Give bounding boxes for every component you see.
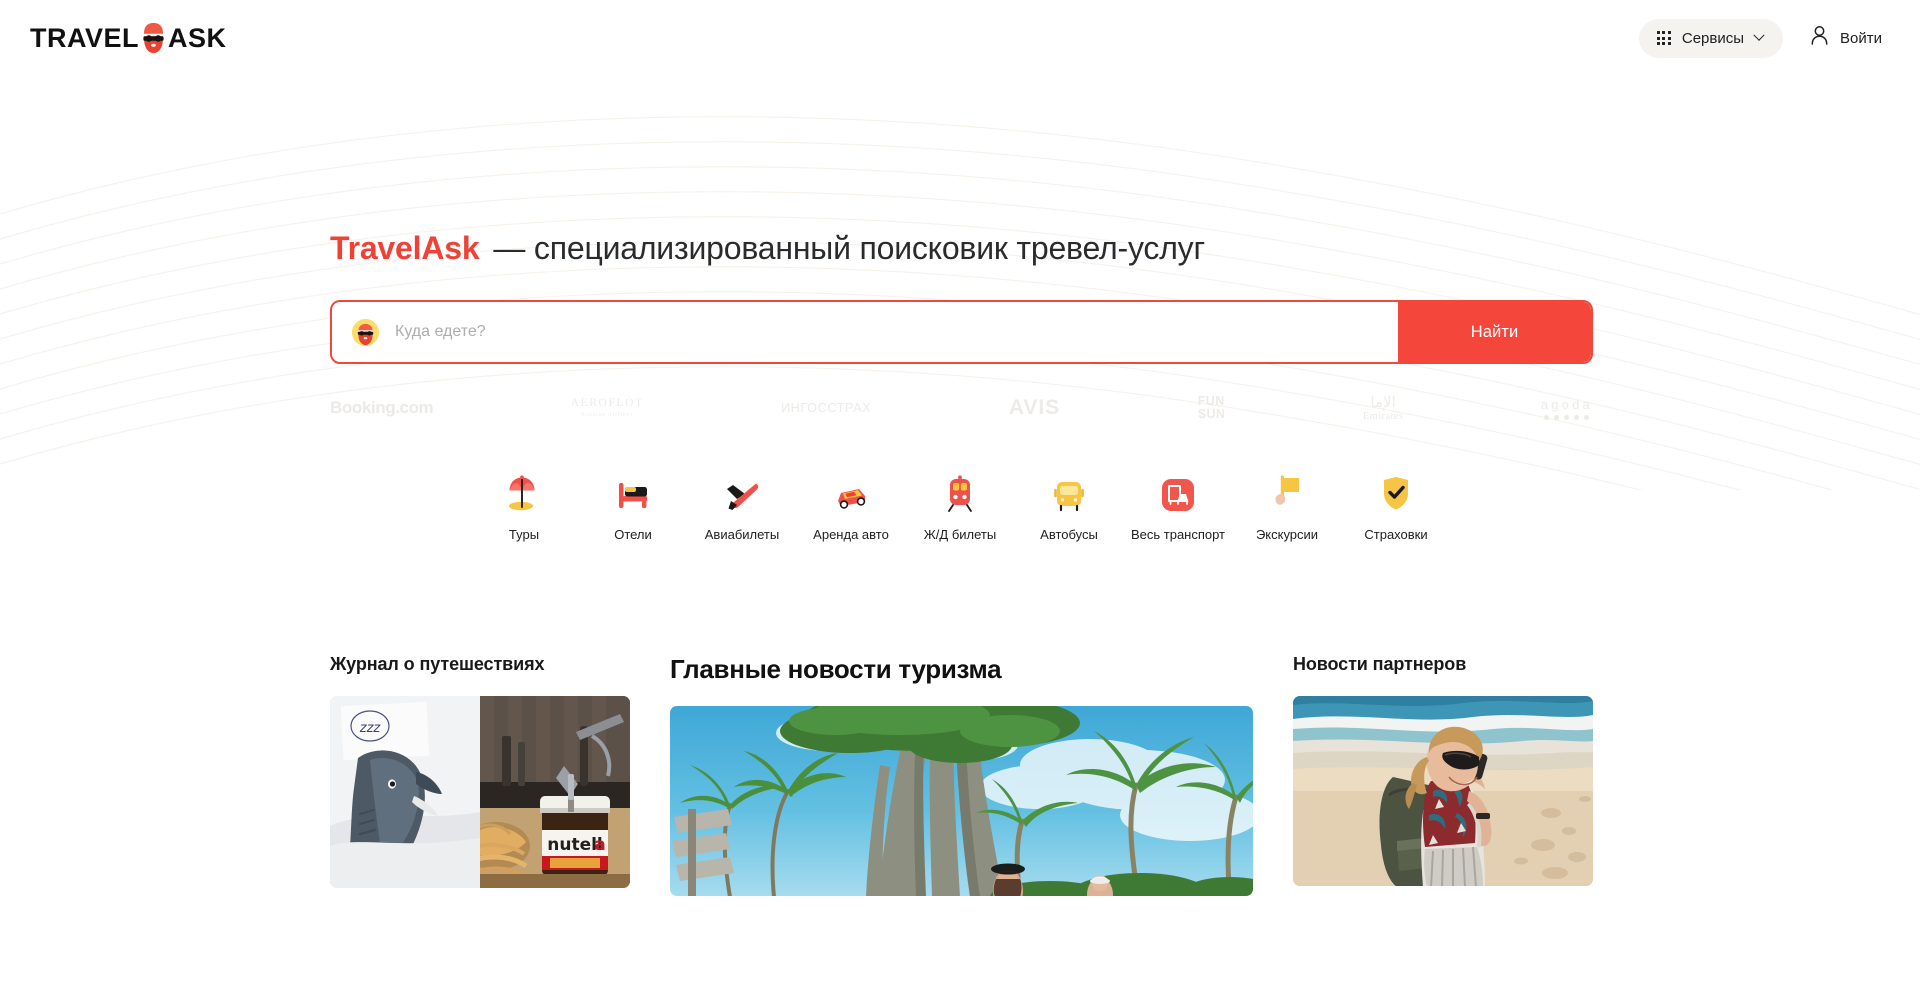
avatar: [352, 318, 379, 346]
category-item-tours[interactable]: Туры: [470, 471, 579, 542]
search-field[interactable]: [332, 302, 1398, 362]
magazine-title: Журнал о путешествиях: [330, 654, 545, 674]
partner-logo-aeroflot: AEROFLOT Russian Airlines: [570, 397, 644, 418]
magazine-column: Журнал о путешествиях zzz nutell a: [330, 654, 630, 888]
partner-logo-avis: AVIS: [1008, 396, 1061, 419]
hero-brand-word: TravelAsk: [330, 230, 480, 266]
category-item-car-rental[interactable]: Аренда авто: [797, 471, 906, 542]
all-transport-icon: [1160, 471, 1196, 513]
beach-umbrella-icon: [507, 471, 541, 513]
user-icon: [1811, 26, 1828, 50]
shield-check-icon: [1380, 471, 1412, 513]
partner-logo-funsun: FUN SUN: [1197, 393, 1226, 421]
services-button[interactable]: Сервисы: [1638, 18, 1784, 58]
magazine-image-shark[interactable]: zzz: [330, 696, 480, 888]
logo-text-suffix: ASK: [168, 22, 227, 53]
category-item-flights[interactable]: Авиабилеты: [688, 471, 797, 542]
partner-logo-emirates: الإما Emirates: [1362, 393, 1404, 422]
login-label: Войти: [1840, 29, 1882, 47]
agoda-dots-icon: [1544, 414, 1590, 420]
login-button[interactable]: Войти: [1807, 20, 1886, 56]
news-media: [670, 706, 1253, 896]
partners-news-column: Новости партнеров: [1293, 654, 1593, 886]
logo-face-icon: [141, 22, 166, 54]
search-button[interactable]: Найти: [1398, 302, 1591, 362]
bed-icon: [615, 471, 651, 513]
partner-logos: Booking.com AEROFLOT Russian Airlines ИН…: [330, 392, 1593, 424]
content-sections: Журнал о путешествиях zzz nutell a Главн…: [0, 654, 1920, 896]
category-item-all-transport[interactable]: Весь транспорт: [1124, 471, 1233, 542]
logo-text-prefix: TRAVEL: [30, 22, 139, 53]
partners-news-image-beach-woman[interactable]: [1293, 696, 1593, 886]
category-item-insurance[interactable]: Страховки: [1342, 471, 1451, 542]
hero-section: TravelAsk — специализированный поисковик …: [0, 230, 1920, 364]
partners-news-media: [1293, 696, 1593, 886]
chevron-down-icon: [1753, 29, 1765, 41]
partners-news-title: Новости партнеров: [1293, 654, 1467, 674]
category-item-buses[interactable]: Автобусы: [1015, 471, 1124, 542]
category-item-hotels[interactable]: Отели: [579, 471, 688, 542]
page-root: TRAVEL ASK Сервисы Войти TravelAsk — спе…: [0, 0, 1920, 993]
grid-apps-icon: [1656, 30, 1671, 46]
partner-logo-booking: Booking.com: [330, 398, 434, 417]
train-icon: [944, 471, 976, 513]
svg-text:zzz: zzz: [359, 721, 382, 736]
magazine-image-nutella[interactable]: nutell a: [480, 696, 630, 888]
emirates-calligraphy-icon: الإما: [1370, 393, 1396, 411]
header-actions: Сервисы Войти: [1638, 18, 1886, 58]
category-item-excursions[interactable]: Экскурсии: [1233, 471, 1342, 542]
car-icon: [832, 471, 870, 513]
airplane-icon: [723, 471, 761, 513]
news-column: Главные новости туризма: [670, 654, 1253, 896]
flag-icon: [1270, 471, 1304, 513]
hero-tagline: — специализированный поисковик тревел-ус…: [493, 230, 1205, 266]
news-title: Главные новости туризма: [670, 654, 1002, 684]
svg-text:a: a: [594, 835, 605, 855]
news-image-tropical[interactable]: [670, 706, 1253, 896]
category-nav: Туры Отели Авиабилеты Аренда авто Ж/Д би…: [0, 471, 1920, 542]
magazine-media-group: zzz nutell a: [330, 696, 630, 888]
page-title: TravelAsk — специализированный поисковик …: [330, 230, 1920, 267]
category-item-train[interactable]: Ж/Д билеты: [906, 471, 1015, 542]
services-label: Сервисы: [1681, 29, 1745, 47]
bus-icon: [1052, 471, 1086, 513]
logo[interactable]: TRAVEL ASK: [30, 21, 227, 55]
site-header: TRAVEL ASK Сервисы Войти: [0, 0, 1920, 76]
partner-logo-agoda: agoda: [1541, 397, 1593, 420]
partner-logo-ingosstrah: ИНГОССТРАХ: [781, 401, 872, 415]
search-bar: Найти: [330, 300, 1593, 364]
search-input[interactable]: [395, 302, 1398, 362]
